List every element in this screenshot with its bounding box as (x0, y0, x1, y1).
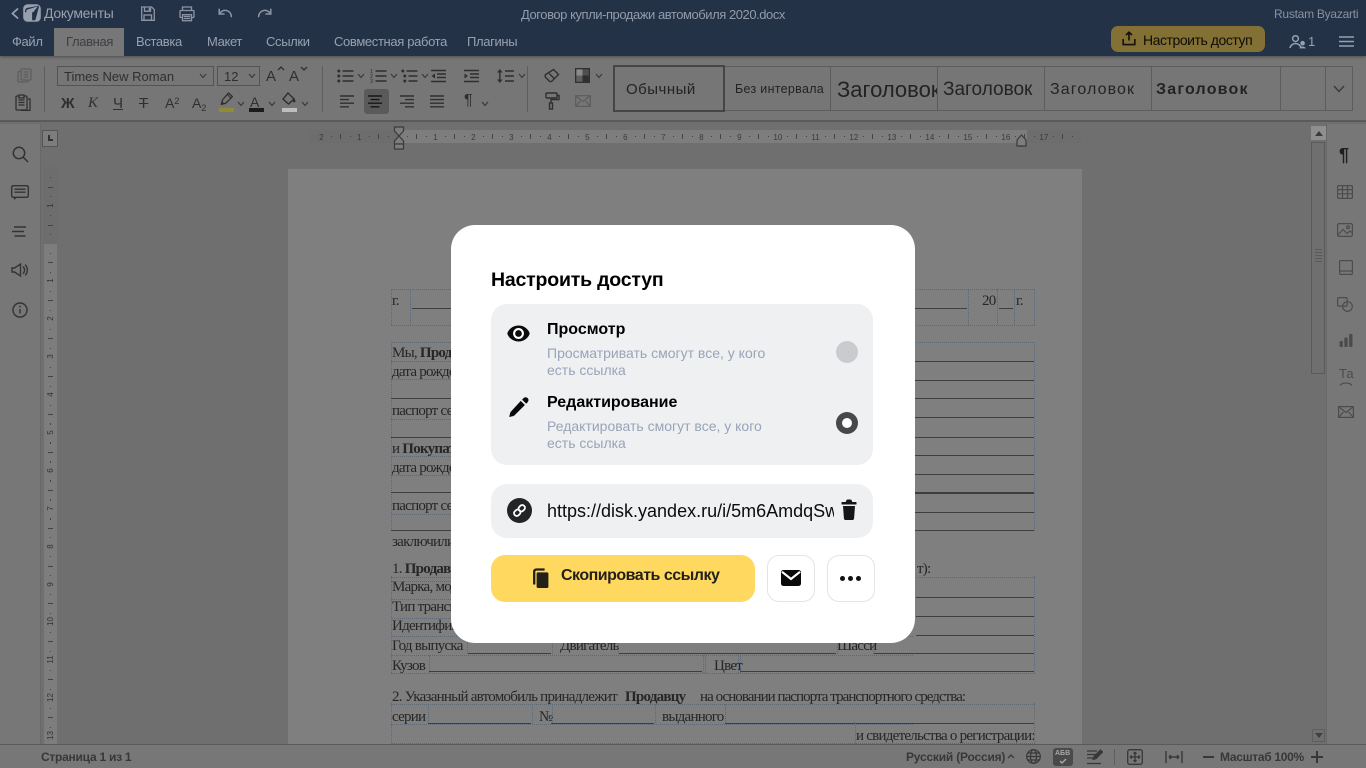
svg-text:3: 3 (370, 79, 373, 83)
